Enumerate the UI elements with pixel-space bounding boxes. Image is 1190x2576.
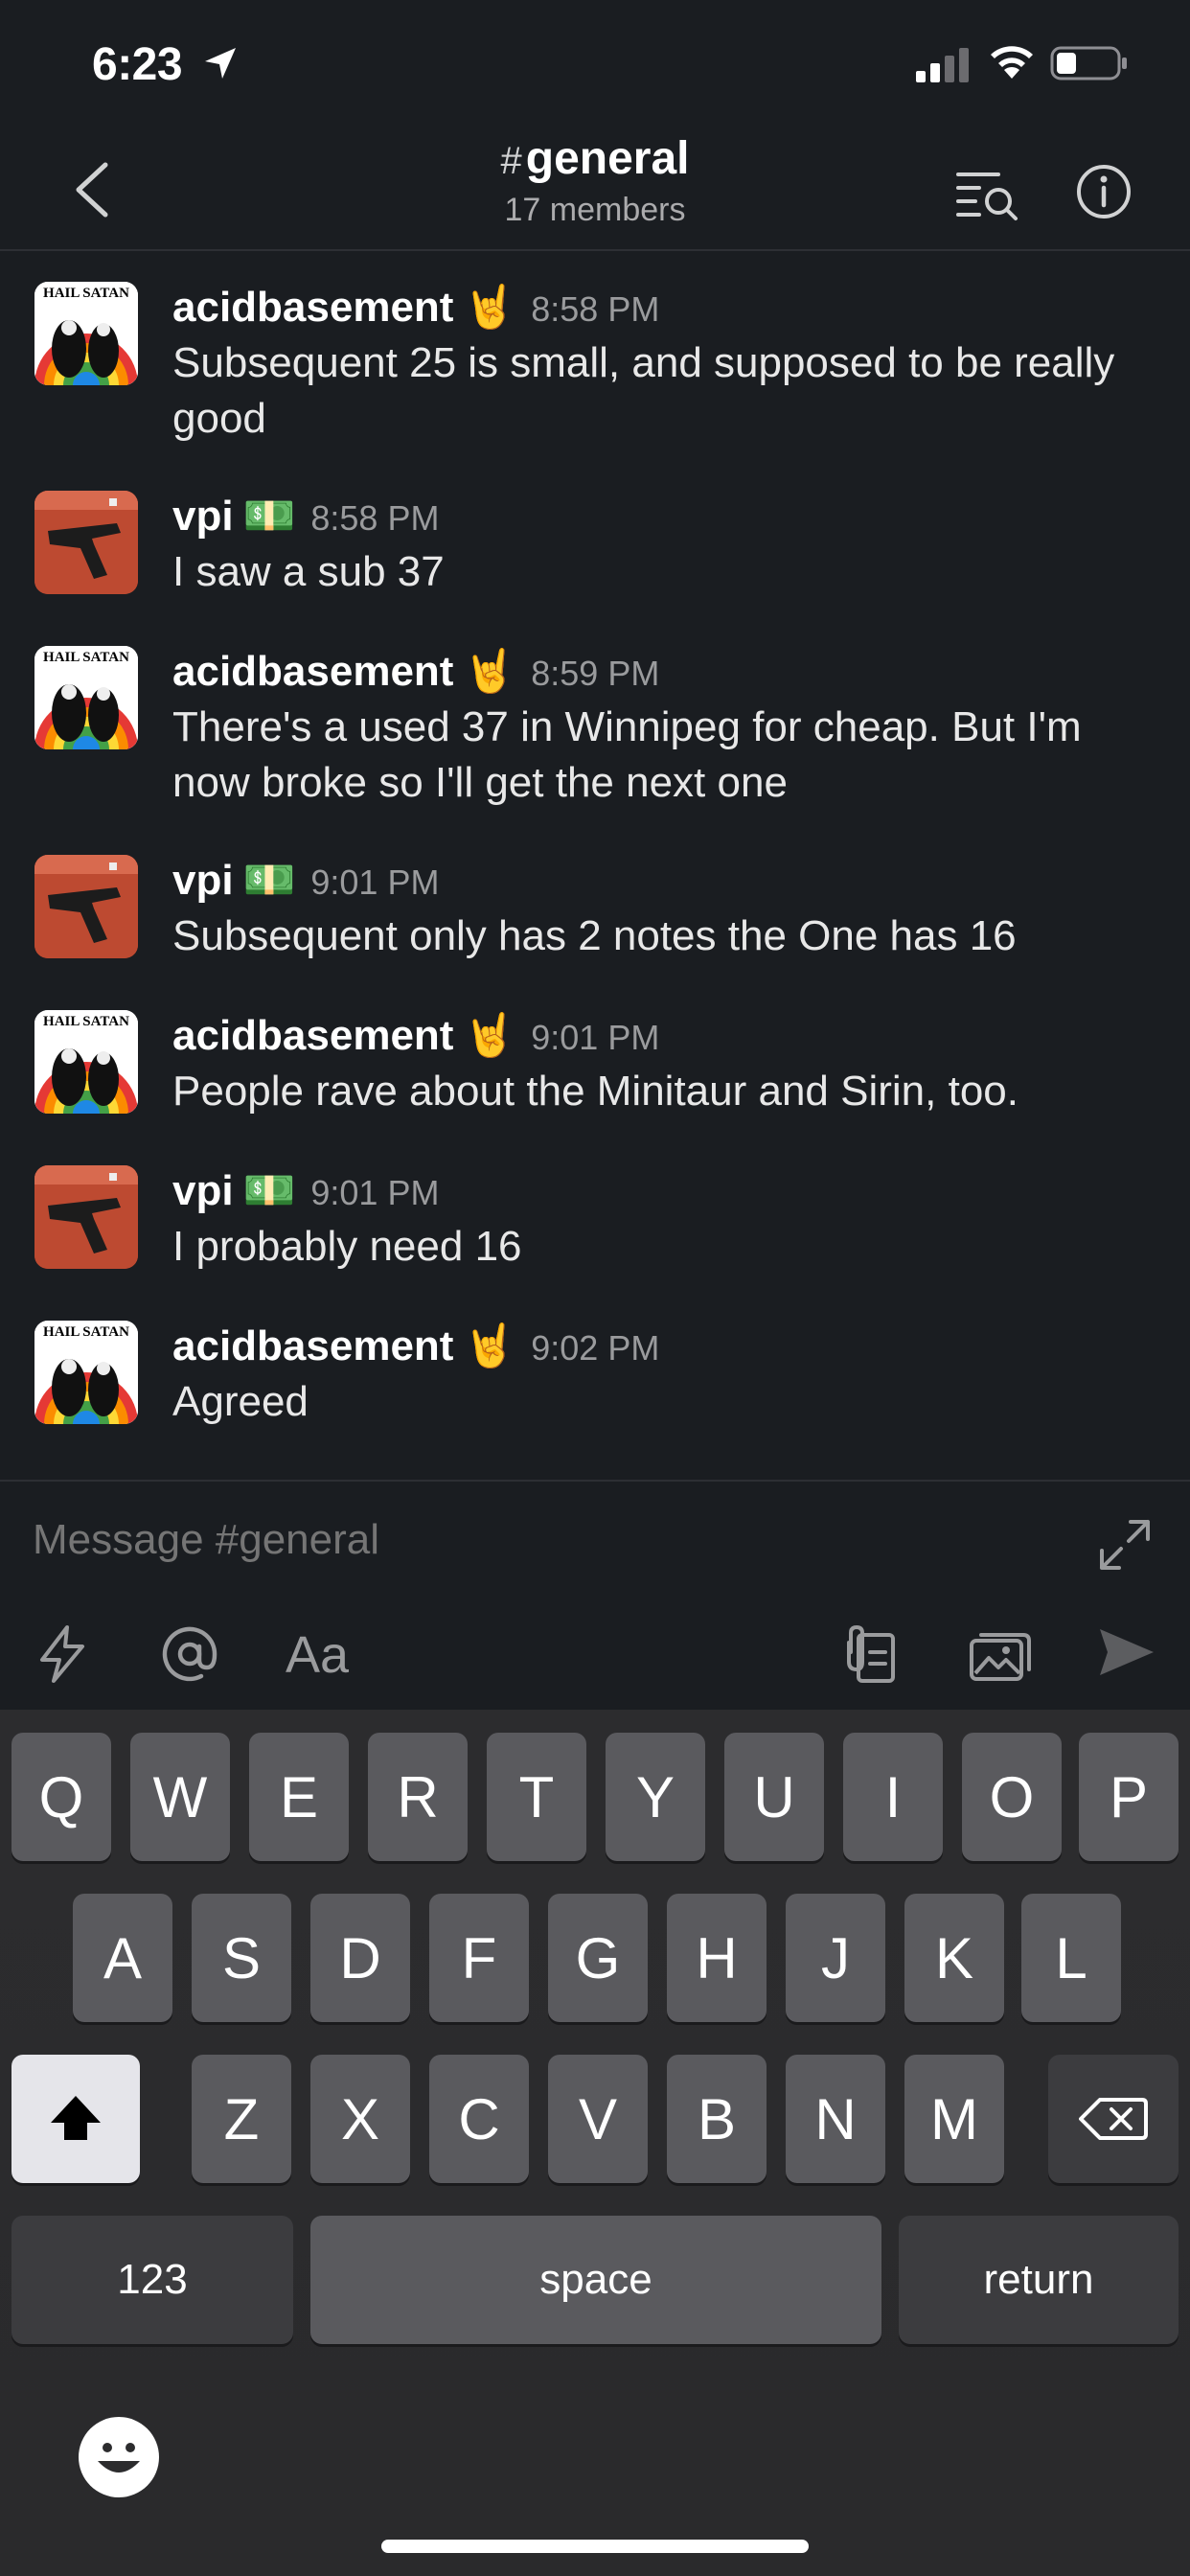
message-text: Agreed [172, 1378, 309, 1425]
backspace-key[interactable] [1048, 2055, 1179, 2183]
key-l[interactable]: L [1021, 1894, 1121, 2022]
image-icon[interactable] [968, 1623, 1033, 1685]
expand-icon[interactable] [1096, 1516, 1154, 1574]
avatar-lettering: HAIL SATAN [43, 650, 129, 665]
status-bar: 6:23 [0, 0, 1190, 125]
message-text: Subsequent 25 is small, and supposed to … [172, 339, 1115, 442]
signal-icon [916, 48, 969, 82]
status-emoji[interactable]: 🤘 [463, 1321, 515, 1370]
key-t[interactable]: T [487, 1733, 586, 1861]
message-text: People rave about the Minitaur and Sirin… [172, 1068, 1018, 1115]
key-u[interactable]: U [724, 1733, 824, 1861]
space-key[interactable]: space [310, 2216, 881, 2344]
smiley-icon [98, 2443, 140, 2472]
lightning-icon[interactable] [34, 1623, 90, 1685]
message-list[interactable]: HAIL SATAN acidbasement 🤘 8:58 PM Subseque… [0, 253, 1190, 1480]
mention-icon[interactable] [159, 1623, 220, 1685]
avatar[interactable] [34, 855, 138, 958]
message-timestamp: 8:58 PM [531, 289, 660, 329]
key-h[interactable]: H [667, 1894, 767, 2022]
key-f[interactable]: F [429, 1894, 529, 2022]
message-timestamp: 8:59 PM [531, 654, 660, 693]
shift-key[interactable] [11, 2055, 140, 2183]
status-emoji[interactable]: 🤘 [463, 646, 515, 696]
numbers-key[interactable]: 123 [11, 2216, 293, 2344]
message-timestamp: 9:01 PM [531, 1018, 660, 1057]
send-icon[interactable] [1096, 1623, 1157, 1681]
key-m[interactable]: M [904, 2055, 1004, 2183]
key-i[interactable]: I [843, 1733, 943, 1861]
status-emoji[interactable]: 🤘 [463, 282, 515, 332]
on-screen-keyboard: Q W E R T Y U I O P A S D F G H J K L Z … [0, 1710, 1190, 2576]
avatar-lettering: HAIL SATAN [43, 286, 129, 301]
avatar[interactable]: HAIL SATAN [34, 646, 138, 749]
message-timestamp: 9:01 PM [310, 862, 440, 902]
key-x[interactable]: X [310, 2055, 410, 2183]
status-emoji[interactable]: 💵 [243, 491, 296, 540]
author-name[interactable]: acidbasement [172, 648, 453, 695]
key-s[interactable]: S [192, 1894, 291, 2022]
avatar[interactable] [34, 491, 138, 594]
status-time: 6:23 [92, 39, 183, 90]
message-input[interactable] [33, 1516, 991, 1564]
key-e[interactable]: E [249, 1733, 349, 1861]
key-g[interactable]: G [548, 1894, 648, 2022]
message-timestamp: 9:02 PM [531, 1328, 660, 1368]
info-icon[interactable] [1075, 163, 1133, 220]
key-q[interactable]: Q [11, 1733, 111, 1861]
backspace-icon [1079, 2098, 1148, 2140]
key-p[interactable]: P [1079, 1733, 1179, 1861]
key-d[interactable]: D [310, 1894, 410, 2022]
channel-header: #general 17 members [0, 125, 1190, 251]
status-emoji[interactable]: 🤘 [463, 1010, 515, 1060]
channel-name: general [525, 133, 690, 184]
battery-icon [1050, 46, 1127, 80]
author-name[interactable]: acidbasement [172, 1012, 453, 1059]
emoji-keyboard-button[interactable] [79, 2417, 159, 2497]
key-y[interactable]: Y [606, 1733, 705, 1861]
shift-arrow-icon [51, 2096, 101, 2140]
avatar[interactable]: HAIL SATAN [34, 1010, 138, 1114]
key-j[interactable]: J [786, 1894, 885, 2022]
key-a[interactable]: A [73, 1894, 172, 2022]
message-text: There's a used 37 in Winnipeg for cheap.… [172, 703, 1082, 806]
author-name[interactable]: vpi [172, 857, 234, 904]
message-text: I saw a sub 37 [172, 548, 445, 595]
attachment-icon[interactable] [841, 1623, 899, 1685]
author-name[interactable]: acidbasement [172, 1322, 453, 1369]
message-timestamp: 9:01 PM [310, 1173, 440, 1212]
key-v[interactable]: V [548, 2055, 648, 2183]
status-emoji[interactable]: 💵 [243, 855, 296, 905]
message-text: Subsequent only has 2 notes the One has … [172, 912, 1017, 959]
author-name[interactable]: vpi [172, 493, 234, 540]
key-w[interactable]: W [130, 1733, 230, 1861]
home-indicator[interactable] [381, 2540, 809, 2553]
avatar-lettering: HAIL SATAN [43, 1014, 129, 1029]
avatar[interactable]: HAIL SATAN [34, 282, 138, 385]
key-r[interactable]: R [368, 1733, 468, 1861]
author-name[interactable]: vpi [172, 1167, 234, 1214]
search-in-channel-icon[interactable] [954, 165, 1019, 222]
key-b[interactable]: B [667, 2055, 767, 2183]
return-key[interactable]: return [899, 2216, 1179, 2344]
author-name[interactable]: acidbasement [172, 284, 453, 331]
key-c[interactable]: C [429, 2055, 529, 2183]
message-composer: Aa [0, 1480, 1190, 1710]
key-z[interactable]: Z [192, 2055, 291, 2183]
key-o[interactable]: O [962, 1733, 1062, 1861]
avatar[interactable]: HAIL SATAN [34, 1321, 138, 1424]
key-k[interactable]: K [904, 1894, 1004, 2022]
message-timestamp: 8:58 PM [310, 498, 440, 538]
format-text-button[interactable]: Aa [286, 1625, 349, 1685]
hash-icon: # [500, 140, 522, 182]
key-n[interactable]: N [786, 2055, 885, 2183]
avatar-lettering: HAIL SATAN [43, 1324, 129, 1340]
status-emoji[interactable]: 💵 [243, 1165, 296, 1215]
location-arrow-icon [205, 48, 236, 79]
message-text: I probably need 16 [172, 1223, 522, 1270]
avatar[interactable] [34, 1165, 138, 1269]
wifi-icon [991, 46, 1033, 79]
